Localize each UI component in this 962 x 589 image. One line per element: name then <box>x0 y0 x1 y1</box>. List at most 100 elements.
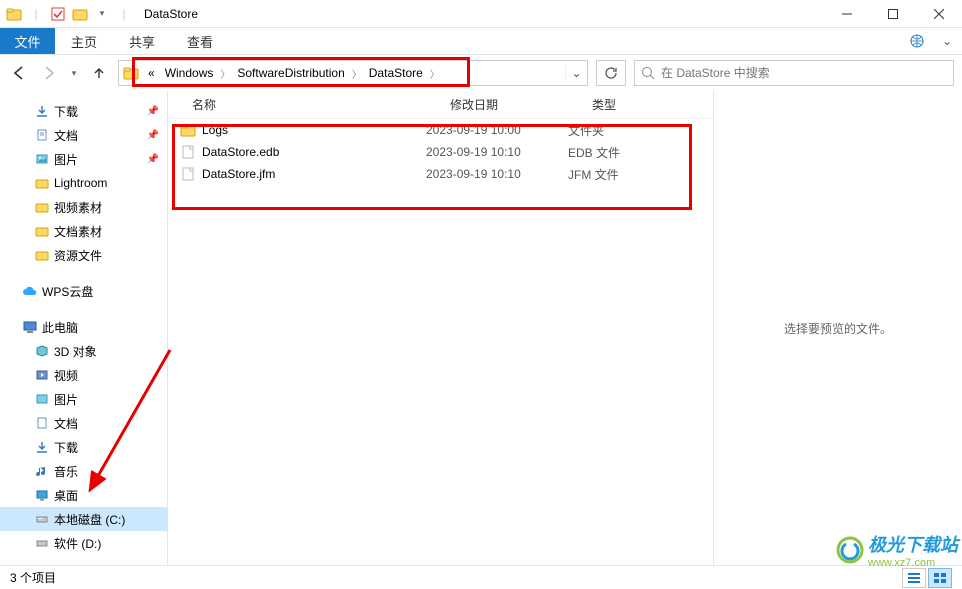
logo-icon <box>836 536 864 564</box>
forward-button[interactable] <box>38 62 60 84</box>
maximize-button[interactable] <box>870 0 916 28</box>
tree-wps[interactable]: WPS云盘 <box>0 279 167 303</box>
folder-icon <box>34 223 50 239</box>
tree-downloads2[interactable]: 下载 <box>0 435 167 459</box>
drive-icon <box>34 511 50 527</box>
watermark-brand: 极光下载站 <box>868 531 958 557</box>
crumb-overflow[interactable]: « <box>143 61 160 85</box>
file-name: DataStore.edb <box>202 145 426 159</box>
tree-doc-material[interactable]: 文档素材 <box>0 219 167 243</box>
search-box[interactable] <box>634 60 954 86</box>
pin-icon: 📌 <box>147 106 159 117</box>
tree-music[interactable]: 音乐 <box>0 459 167 483</box>
back-button[interactable] <box>8 62 30 84</box>
address-dropdown-icon[interactable]: ⌄ <box>565 66 587 80</box>
minimize-button[interactable] <box>824 0 870 28</box>
folder-icon <box>34 247 50 263</box>
crumb-item[interactable]: SoftwareDistribution <box>232 61 349 85</box>
tree-pictures[interactable]: 图片📌 <box>0 147 167 171</box>
view-tab[interactable]: 查看 <box>171 28 229 54</box>
pin-icon: 📌 <box>147 154 159 165</box>
file-tab[interactable]: 文件 <box>0 28 55 54</box>
col-name[interactable]: 名称 <box>180 96 438 113</box>
status-bar: 3 个项目 <box>0 565 962 589</box>
ribbon-expand-icon[interactable]: ⌄ <box>932 28 962 54</box>
search-icon <box>641 66 655 80</box>
tree-pictures2[interactable]: 图片 <box>0 387 167 411</box>
ribbon: 文件 主页 共享 查看 ⌄ <box>0 28 962 55</box>
tree-desktop[interactable]: 桌面 <box>0 483 167 507</box>
computer-icon <box>22 319 38 335</box>
file-list[interactable]: 名称 修改日期 类型 Logs2023-09-19 10:00文件夹DataSt… <box>168 91 714 565</box>
tree-video-material[interactable]: 视频素材 <box>0 195 167 219</box>
download-icon <box>34 439 50 455</box>
download-icon <box>34 103 50 119</box>
pin-icon: 📌 <box>147 130 159 141</box>
chevron-right-icon: 〉 <box>218 66 232 81</box>
qat-folder-icon[interactable] <box>72 6 88 22</box>
home-tab[interactable]: 主页 <box>55 28 113 54</box>
video-icon <box>34 367 50 383</box>
folder-icon <box>34 199 50 215</box>
tree-videos[interactable]: 视频 <box>0 363 167 387</box>
watermark-url: www.xz7.com <box>868 557 958 569</box>
tree-lightroom[interactable]: Lightroom <box>0 171 167 195</box>
view-icons-button[interactable] <box>928 568 952 588</box>
file-name: Logs <box>202 123 426 137</box>
col-modified[interactable]: 修改日期 <box>438 96 580 113</box>
cloud-icon <box>22 283 38 299</box>
chevron-right-icon: 〉 <box>350 66 364 81</box>
file-row[interactable]: Logs2023-09-19 10:00文件夹 <box>168 119 713 141</box>
share-tab[interactable]: 共享 <box>113 28 171 54</box>
tree-thispc[interactable]: 此电脑 <box>0 315 167 339</box>
file-type: EDB 文件 <box>568 144 678 161</box>
file-type: 文件夹 <box>568 122 678 139</box>
file-date: 2023-09-19 10:00 <box>426 123 568 137</box>
file-type: JFM 文件 <box>568 166 678 183</box>
file-icon <box>180 144 196 160</box>
tree-resource[interactable]: 资源文件 <box>0 243 167 267</box>
view-details-button[interactable] <box>902 568 926 588</box>
file-row[interactable]: DataStore.edb2023-09-19 10:10EDB 文件 <box>168 141 713 163</box>
qat-drop-icon[interactable]: ▾ <box>94 6 110 22</box>
close-button[interactable] <box>916 0 962 28</box>
file-name: DataStore.jfm <box>202 167 426 181</box>
titlebar: | ▾ | DataStore <box>0 0 962 28</box>
file-date: 2023-09-19 10:10 <box>426 167 568 181</box>
picture-icon <box>34 151 50 167</box>
window-title: DataStore <box>138 7 198 21</box>
crumb-item[interactable]: DataStore <box>364 61 428 85</box>
ribbon-help-icon[interactable] <box>902 28 932 54</box>
checkbox-icon[interactable] <box>50 6 66 22</box>
item-count: 3 个项目 <box>10 569 56 586</box>
up-button[interactable] <box>88 62 110 84</box>
crumb-item[interactable]: Windows <box>160 61 219 85</box>
document-icon <box>34 127 50 143</box>
nav-tree[interactable]: 下载📌 文档📌 图片📌 Lightroom 视频素材 文档素材 资源文件 WPS… <box>0 91 168 565</box>
search-input[interactable] <box>661 66 947 80</box>
chevron-right-icon: 〉 <box>428 66 442 81</box>
tree-drive-d[interactable]: 软件 (D:) <box>0 531 167 555</box>
tree-3d[interactable]: 3D 对象 <box>0 339 167 363</box>
tree-documents2[interactable]: 文档 <box>0 411 167 435</box>
drive-icon <box>34 535 50 551</box>
file-row[interactable]: DataStore.jfm2023-09-19 10:10JFM 文件 <box>168 163 713 185</box>
column-header[interactable]: 名称 修改日期 类型 <box>168 91 713 119</box>
preview-pane: 选择要预览的文件。 <box>714 91 962 565</box>
tree-drive-c[interactable]: 本地磁盘 (C:) <box>0 507 167 531</box>
folder-icon <box>34 175 50 191</box>
nav-row: ▾ « Windows 〉 SoftwareDistribution 〉 Dat… <box>0 55 962 91</box>
breadcrumb: « Windows 〉 SoftwareDistribution 〉 DataS… <box>143 61 565 85</box>
refresh-button[interactable] <box>596 60 626 86</box>
folder-icon <box>6 6 22 22</box>
address-bar[interactable]: « Windows 〉 SoftwareDistribution 〉 DataS… <box>118 60 588 86</box>
tree-downloads[interactable]: 下载📌 <box>0 99 167 123</box>
cube-icon <box>34 343 50 359</box>
desktop-icon <box>34 487 50 503</box>
col-type[interactable]: 类型 <box>580 96 690 113</box>
folder-icon <box>119 65 143 81</box>
tree-documents[interactable]: 文档📌 <box>0 123 167 147</box>
file-icon <box>180 166 196 182</box>
divider-icon: | <box>116 6 132 22</box>
recent-dropdown[interactable]: ▾ <box>68 62 80 84</box>
